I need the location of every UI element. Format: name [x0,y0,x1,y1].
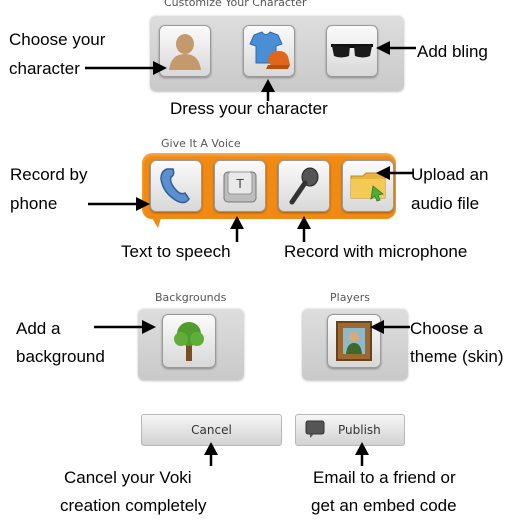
publish-button[interactable]: Publish [295,414,405,446]
background-annotation-line1: Add a [16,319,61,338]
portrait-frame-icon [336,321,372,361]
arrow-icon [376,166,414,180]
choose-annotation-line1: Choose your [9,30,106,49]
dress-annotation: Dress your character [170,99,328,118]
publish-label: Publish [338,423,381,437]
tts-annotation: Text to speech [121,242,231,261]
arrow-icon [85,61,167,75]
publish-annotation-line2: get an embed code [311,496,457,515]
record-phone-annotation-line1: Record by [10,165,88,184]
text-to-speech-button[interactable]: T [214,160,266,212]
sunglasses-icon [331,44,373,58]
arrow-icon [230,216,244,242]
arrow-icon [261,79,275,101]
arrow-icon [204,442,218,466]
tree-icon [174,322,204,361]
backgrounds-title: Backgrounds [155,291,227,304]
arrow-icon [370,320,410,334]
players-title: Players [330,291,370,304]
microphone-icon [289,167,319,205]
background-annotation-line2: background [16,347,105,366]
dress-character-button[interactable] [243,25,295,77]
customize-title: Customize Your Character [164,0,307,9]
record-phone-button[interactable] [150,160,202,212]
upload-annotation-line1: Upload an [411,165,489,184]
arrow-icon [94,320,156,334]
upload-annotation-line2: audio file [411,194,480,213]
cancel-annotation-line1: Cancel your Voki [64,468,192,487]
voice-title: Give It A Voice [161,137,241,150]
keyboard-key-icon: T [223,171,257,203]
cancel-annotation-line2: creation completely [60,496,207,515]
arrow-icon [355,442,369,466]
theme-annotation-line2: theme (skin) [410,347,504,366]
bling-annotation: Add bling [417,42,488,61]
record-phone-annotation-line2: phone [10,194,58,213]
add-background-button[interactable] [162,314,216,368]
add-bling-button[interactable] [326,25,378,77]
mic-annotation: Record with microphone [284,242,468,261]
clothing-icon [249,31,290,69]
arrow-icon [88,197,150,211]
arrow-icon [376,41,416,55]
key-glyph: T [235,177,244,191]
publish-icon [304,419,326,442]
publish-annotation-line1: Email to a friend or [313,468,456,487]
arrow-icon [297,216,311,242]
choose-annotation-line2: character [9,59,80,78]
phone-icon [160,168,190,204]
record-microphone-button[interactable] [278,160,330,212]
theme-annotation-line1: Choose a [410,319,483,338]
character-icon [169,34,201,70]
